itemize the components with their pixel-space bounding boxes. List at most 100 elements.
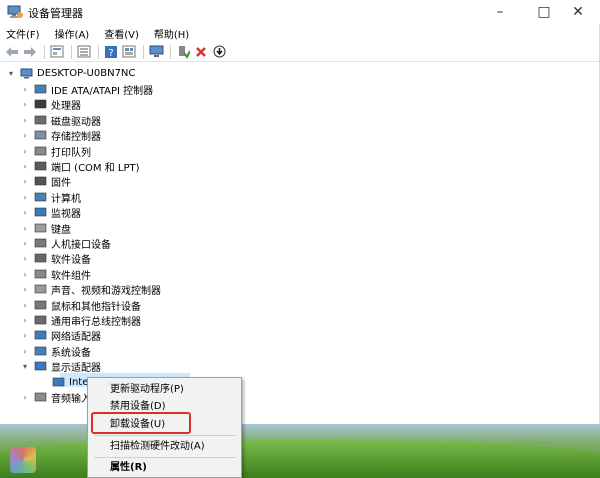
expand-arrow-icon[interactable]: › bbox=[20, 269, 30, 279]
tree-category[interactable]: › 人机接口设备 bbox=[20, 236, 111, 251]
expand-arrow-icon[interactable]: › bbox=[20, 85, 30, 95]
menu-view[interactable]: 查看(V) bbox=[104, 26, 139, 41]
software-device-icon bbox=[34, 254, 47, 263]
root-label: DESKTOP-U0BN7NC bbox=[37, 68, 136, 79]
tree-category[interactable]: › 打印队列 bbox=[20, 144, 91, 159]
tree-category[interactable]: › 声音、视频和游戏控制器 bbox=[20, 282, 161, 297]
audio-icon bbox=[34, 392, 47, 402]
window-title: 设备管理器 bbox=[28, 7, 83, 20]
tree-category[interactable]: ▾ 显示适配器 bbox=[20, 359, 101, 374]
list-icon[interactable] bbox=[76, 44, 92, 60]
menu-separator bbox=[94, 457, 236, 458]
tree-item-label: 键盘 bbox=[51, 224, 71, 236]
firmware-icon bbox=[34, 177, 47, 186]
view-icon[interactable] bbox=[121, 44, 137, 60]
tree-item-label: 软件设备 bbox=[51, 255, 91, 267]
printer-icon bbox=[34, 146, 47, 155]
tree-root[interactable]: ▾ DESKTOP-U0BN7NC bbox=[6, 66, 135, 81]
keyboard-icon bbox=[34, 223, 47, 232]
expand-arrow-icon[interactable]: › bbox=[20, 331, 30, 341]
menu-update-driver[interactable]: 更新驱动程序(P) bbox=[110, 383, 184, 397]
cpu-icon bbox=[34, 100, 47, 109]
tree-item-label: 系统设备 bbox=[51, 347, 91, 359]
title-bar: 设备管理器 – □ ✕ bbox=[0, 0, 600, 24]
display-icon bbox=[34, 361, 47, 371]
toolbar-separator bbox=[44, 44, 45, 59]
toolbar-separator bbox=[170, 44, 171, 59]
help-icon[interactable]: ? bbox=[103, 44, 119, 60]
expand-arrow-icon[interactable]: › bbox=[20, 300, 30, 310]
tree-category[interactable]: › 计算机 bbox=[20, 190, 81, 205]
expand-arrow-icon[interactable]: › bbox=[20, 393, 30, 403]
tree-category[interactable]: › IDE ATA/ATAPI 控制器 bbox=[20, 82, 153, 97]
uninstall-highlight-box bbox=[91, 412, 191, 434]
mouse-icon bbox=[34, 300, 47, 309]
menu-properties[interactable]: 属性(R) bbox=[110, 461, 147, 475]
computer-icon bbox=[20, 68, 33, 79]
tree-category[interactable]: › 鼠标和其他指针设备 bbox=[20, 298, 141, 313]
tree-category[interactable]: › 端口 (COM 和 LPT) bbox=[20, 159, 140, 174]
ide-icon bbox=[34, 84, 47, 94]
tree-category[interactable]: › 软件组件 bbox=[20, 267, 91, 282]
expand-arrow-icon[interactable]: › bbox=[20, 346, 30, 356]
collapse-arrow-icon[interactable]: ▾ bbox=[20, 362, 30, 372]
expand-arrow-icon[interactable]: › bbox=[20, 239, 30, 249]
menu-separator bbox=[94, 435, 236, 436]
tree-item-label: 显示适配器 bbox=[51, 363, 101, 375]
menu-file[interactable]: 文件(F) bbox=[6, 26, 40, 41]
forward-icon[interactable] bbox=[22, 44, 38, 60]
tree-category[interactable]: › 系统设备 bbox=[20, 344, 91, 359]
tree-category[interactable]: › 存储控制器 bbox=[20, 128, 101, 143]
expand-arrow-icon[interactable]: › bbox=[20, 316, 30, 326]
tree-item-label: 通用串行总线控制器 bbox=[51, 317, 141, 328]
computer-icon bbox=[34, 192, 47, 202]
tree-item-label: 计算机 bbox=[51, 193, 81, 205]
properties-icon[interactable] bbox=[49, 44, 65, 60]
back-icon[interactable] bbox=[4, 44, 20, 60]
expand-arrow-icon[interactable]: › bbox=[20, 131, 30, 141]
tree-category[interactable]: › 网络适配器 bbox=[20, 328, 101, 343]
uninstall-icon[interactable] bbox=[193, 44, 209, 60]
gpu-icon bbox=[52, 377, 65, 386]
expand-arrow-icon[interactable]: › bbox=[20, 177, 30, 187]
menu-scan-hardware[interactable]: 扫描检测硬件改动(A) bbox=[110, 440, 205, 454]
usb-icon bbox=[34, 315, 47, 325]
menu-action[interactable]: 操作(A) bbox=[55, 26, 90, 41]
menu-help[interactable]: 帮助(H) bbox=[154, 26, 189, 41]
expand-arrow-icon[interactable]: › bbox=[20, 254, 30, 264]
menu-bar: 文件(F) 操作(A) 查看(V) 帮助(H) bbox=[0, 24, 600, 42]
expand-arrow-icon[interactable]: › bbox=[20, 192, 30, 202]
no-expander bbox=[38, 377, 48, 387]
tree-category[interactable]: › 固件 bbox=[20, 174, 71, 189]
expand-arrow-icon[interactable]: › bbox=[20, 100, 30, 110]
port-icon bbox=[34, 161, 47, 171]
tree-category[interactable]: › 监视器 bbox=[20, 205, 81, 220]
software-component-icon bbox=[34, 269, 47, 279]
tree-item-label: 打印队列 bbox=[51, 147, 91, 159]
enable-icon[interactable] bbox=[175, 44, 191, 60]
desktop-app-icon[interactable] bbox=[10, 447, 36, 473]
tree-category[interactable]: › 处理器 bbox=[20, 97, 81, 112]
tree-category[interactable]: › 软件设备 bbox=[20, 251, 91, 266]
close-button[interactable]: ✕ bbox=[555, 0, 600, 24]
tree-category[interactable]: › 键盘 bbox=[20, 221, 71, 236]
update-icon[interactable] bbox=[211, 44, 227, 60]
expand-arrow-icon[interactable]: › bbox=[20, 115, 30, 125]
device-manager-icon bbox=[7, 5, 23, 18]
expand-arrow-icon[interactable]: › bbox=[20, 162, 30, 172]
monitor-icon[interactable] bbox=[148, 44, 164, 60]
expand-arrow-icon[interactable]: › bbox=[20, 146, 30, 156]
expand-arrow-icon[interactable]: › bbox=[20, 285, 30, 295]
monitor-icon bbox=[34, 207, 47, 217]
tree-category[interactable]: › 通用串行总线控制器 bbox=[20, 313, 141, 328]
tree-item-label: 存储控制器 bbox=[51, 132, 101, 144]
minimize-button[interactable]: – bbox=[477, 0, 523, 24]
toolbar: ? bbox=[0, 42, 600, 62]
hid-icon bbox=[34, 238, 47, 248]
collapse-arrow-icon[interactable]: ▾ bbox=[6, 69, 16, 79]
tree-item-label: 声音、视频和游戏控制器 bbox=[51, 286, 161, 298]
tree-category[interactable]: › 磁盘驱动器 bbox=[20, 113, 101, 128]
expand-arrow-icon[interactable]: › bbox=[20, 223, 30, 233]
expand-arrow-icon[interactable]: › bbox=[20, 208, 30, 218]
tree-item-label: 网络适配器 bbox=[51, 332, 101, 344]
